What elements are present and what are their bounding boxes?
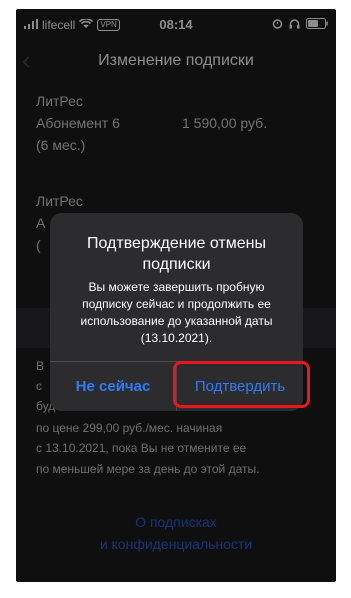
alert-message: Вы можете завершить пробную подписку сей… <box>80 280 273 345</box>
phone-screen: lifecell VPN 08:14 ‹ Изменение подписки … <box>16 9 336 582</box>
confirm-highlight-frame <box>173 361 310 408</box>
alert-title: Подтверждение отмены подписки <box>87 235 266 273</box>
not-now-button[interactable]: Не сейчас <box>50 362 176 411</box>
